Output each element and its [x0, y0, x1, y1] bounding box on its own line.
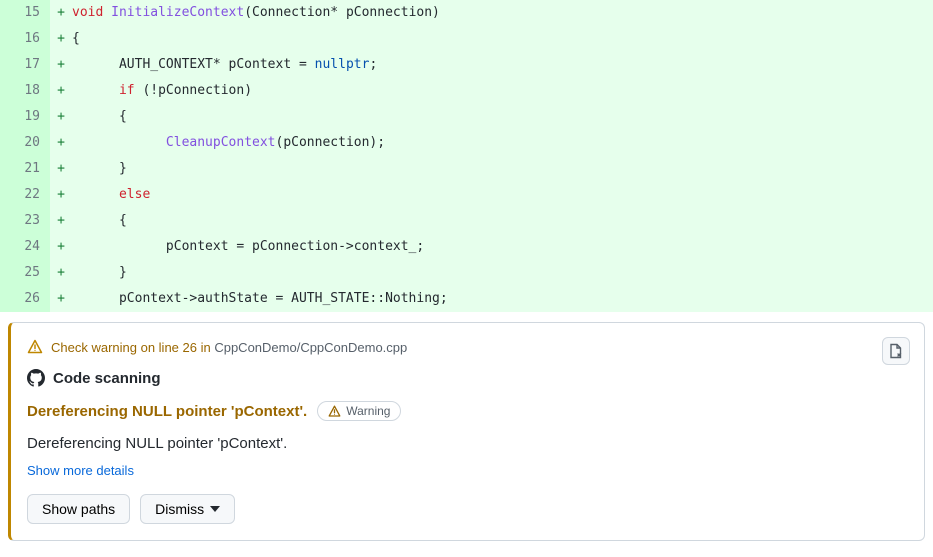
code-line: 23+ {: [0, 208, 933, 234]
show-paths-label: Show paths: [42, 501, 115, 517]
code-content: {: [72, 104, 933, 130]
line-number: 24: [0, 234, 50, 260]
code-scanning-alert: Check warning on line 26 in CppConDemo/C…: [8, 322, 925, 541]
view-file-button[interactable]: [882, 337, 910, 365]
addition-marker: +: [50, 156, 72, 182]
line-number: 21: [0, 156, 50, 182]
alert-rule-name: Dereferencing NULL pointer 'pContext'.: [27, 403, 307, 420]
alert-file-path: CppConDemo/CppConDemo.cpp: [214, 340, 407, 355]
show-paths-button[interactable]: Show paths: [27, 494, 130, 524]
line-number: 15: [0, 0, 50, 26]
addition-marker: +: [50, 130, 72, 156]
code-content: if (!pConnection): [72, 78, 933, 104]
line-number: 18: [0, 78, 50, 104]
dismiss-button[interactable]: Dismiss: [140, 494, 235, 524]
addition-marker: +: [50, 0, 72, 26]
addition-marker: +: [50, 260, 72, 286]
code-line: 18+ if (!pConnection): [0, 78, 933, 104]
code-content: void InitializeContext(Connection* pConn…: [72, 0, 933, 26]
code-line: 21+ }: [0, 156, 933, 182]
addition-marker: +: [50, 52, 72, 78]
warning-triangle-icon: [328, 405, 341, 418]
line-number: 17: [0, 52, 50, 78]
severity-badge: Warning: [317, 401, 401, 421]
alert-button-row: Show paths Dismiss: [27, 494, 908, 524]
show-more-details-link[interactable]: Show more details: [27, 463, 134, 478]
code-content: }: [72, 156, 933, 182]
line-number: 22: [0, 182, 50, 208]
code-content: CleanupContext(pConnection);: [72, 130, 933, 156]
addition-marker: +: [50, 104, 72, 130]
caret-down-icon: [210, 506, 220, 512]
code-content: {: [72, 208, 933, 234]
code-content: {: [72, 26, 933, 52]
addition-marker: +: [50, 208, 72, 234]
addition-marker: +: [50, 182, 72, 208]
code-scanning-label: Code scanning: [53, 370, 161, 387]
code-line: 20+ CleanupContext(pConnection);: [0, 130, 933, 156]
code-line: 15+void InitializeContext(Connection* pC…: [0, 0, 933, 26]
dismiss-label: Dismiss: [155, 501, 204, 517]
code-line: 25+ }: [0, 260, 933, 286]
diff-code-block: 15+void InitializeContext(Connection* pC…: [0, 0, 933, 312]
alert-top-actions: [882, 337, 910, 365]
github-icon: [27, 369, 45, 387]
line-number: 20: [0, 130, 50, 156]
alert-heading-text: Check warning on line 26 in: [51, 340, 214, 355]
alert-heading: Check warning on line 26 in CppConDemo/C…: [27, 339, 908, 355]
warning-triangle-icon: [27, 339, 43, 355]
code-line: 26+ pContext->authState = AUTH_STATE::No…: [0, 286, 933, 312]
code-scanning-title: Code scanning: [27, 369, 908, 387]
addition-marker: +: [50, 234, 72, 260]
code-content: else: [72, 182, 933, 208]
alert-rule-row: Dereferencing NULL pointer 'pContext'. W…: [27, 401, 908, 421]
addition-marker: +: [50, 286, 72, 312]
line-number: 23: [0, 208, 50, 234]
code-line: 24+ pContext = pConnection->context_;: [0, 234, 933, 260]
code-line: 17+ AUTH_CONTEXT* pContext = nullptr;: [0, 52, 933, 78]
line-number: 16: [0, 26, 50, 52]
code-content: }: [72, 260, 933, 286]
code-line: 16+{: [0, 26, 933, 52]
alert-description: Dereferencing NULL pointer 'pContext'.: [27, 435, 908, 452]
addition-marker: +: [50, 26, 72, 52]
line-number: 26: [0, 286, 50, 312]
code-line: 19+ {: [0, 104, 933, 130]
code-content: pContext->authState = AUTH_STATE::Nothin…: [72, 286, 933, 312]
code-line: 22+ else: [0, 182, 933, 208]
file-icon: [888, 343, 904, 359]
severity-text: Warning: [346, 404, 390, 418]
code-content: AUTH_CONTEXT* pContext = nullptr;: [72, 52, 933, 78]
addition-marker: +: [50, 78, 72, 104]
code-content: pContext = pConnection->context_;: [72, 234, 933, 260]
line-number: 19: [0, 104, 50, 130]
line-number: 25: [0, 260, 50, 286]
